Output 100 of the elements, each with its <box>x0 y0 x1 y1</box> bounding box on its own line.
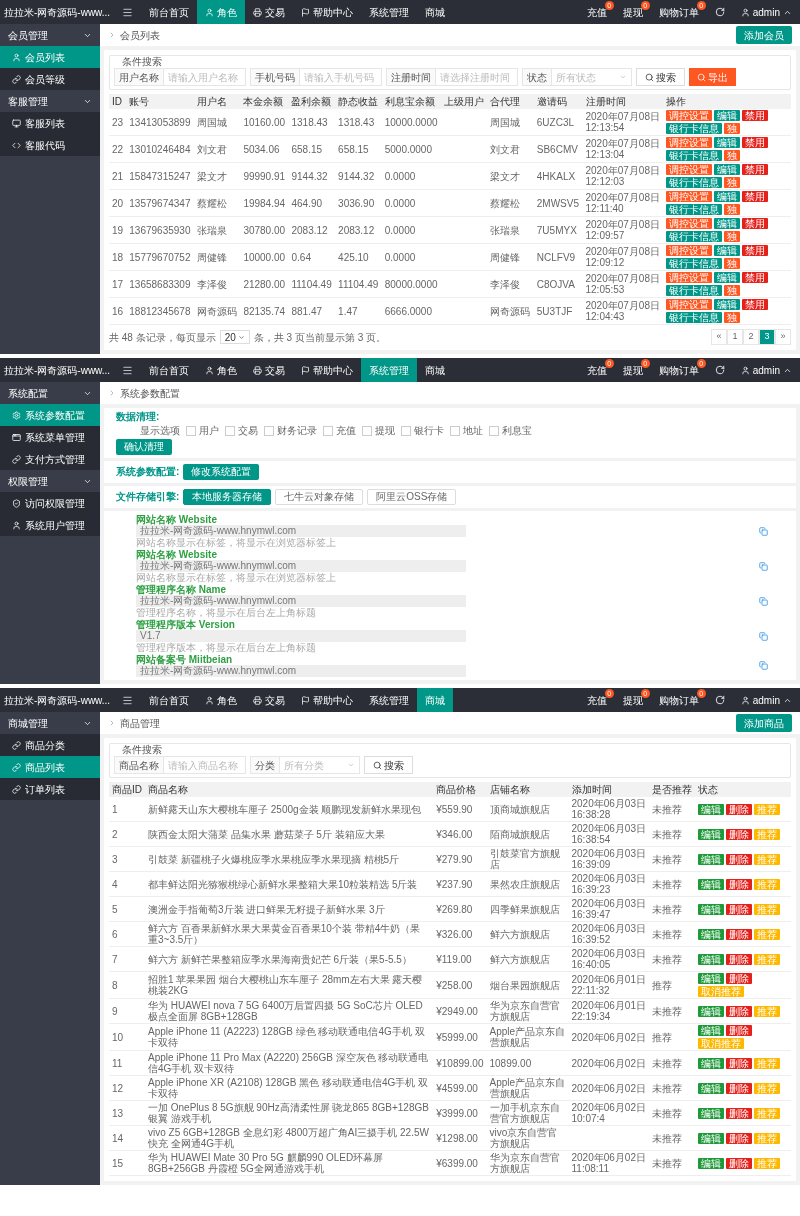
search-button[interactable]: 搜索 <box>636 68 685 86</box>
action-button[interactable]: 禁用 <box>742 191 768 202</box>
action-button[interactable]: 禁用 <box>742 137 768 148</box>
action-button[interactable]: 编辑 <box>698 803 724 815</box>
page-size-select[interactable]: 20 <box>219 330 250 344</box>
action-button[interactable]: 银行卡信息 <box>666 258 722 269</box>
input-field[interactable]: 请选择注册时间 <box>436 68 518 86</box>
copy-icon[interactable] <box>759 631 768 641</box>
action-button[interactable]: 银行卡信息 <box>666 123 722 134</box>
add-button[interactable]: 添加商品 <box>736 714 792 732</box>
action-button[interactable]: 删除 <box>726 828 752 840</box>
page-button[interactable]: 2 <box>743 329 759 345</box>
action-button[interactable]: 删除 <box>726 1005 752 1017</box>
sidebar-item[interactable]: 商品列表 <box>0 756 100 778</box>
nav-tab[interactable]: 角色 <box>197 0 246 24</box>
menu-icon[interactable] <box>122 6 134 18</box>
sidebar-item[interactable]: 系统用户管理 <box>0 514 100 536</box>
breadcrumb[interactable]: 系统参数配置 <box>120 385 180 401</box>
action-button[interactable]: 编辑 <box>714 272 740 283</box>
action-button[interactable]: 编辑 <box>698 1057 724 1069</box>
action-button[interactable]: 禁用 <box>742 272 768 283</box>
action-button[interactable]: 独 <box>724 204 740 215</box>
nav-tab[interactable]: 系统管理 <box>361 688 418 712</box>
action-button[interactable]: 编辑 <box>714 191 740 202</box>
action-button[interactable]: 独 <box>724 150 740 161</box>
action-button[interactable]: 调控设置 <box>666 218 712 229</box>
refresh-icon[interactable] <box>714 695 725 705</box>
checkbox[interactable] <box>401 426 411 436</box>
action-button[interactable]: 编辑 <box>714 245 740 256</box>
refresh-icon[interactable] <box>714 365 725 375</box>
action-button[interactable]: 编辑 <box>698 1082 724 1094</box>
storage-option[interactable]: 七牛云对象存储 <box>275 489 364 505</box>
setting-value-field[interactable]: 拉拉米-网奇源码-www.hnymwl.com <box>136 665 466 677</box>
action-button[interactable]: 删除 <box>726 1107 752 1119</box>
checkbox[interactable] <box>225 426 235 436</box>
action-button[interactable]: 编辑 <box>698 1025 724 1036</box>
breadcrumb[interactable]: 会员列表 <box>120 27 160 43</box>
confirm-button[interactable]: 确认清理 <box>116 439 172 455</box>
sidebar-item[interactable]: 客服列表 <box>0 112 100 134</box>
action-button[interactable]: 禁用 <box>742 299 768 310</box>
sidebar-item[interactable]: 会员列表 <box>0 46 100 68</box>
action-button[interactable]: 独 <box>724 231 740 242</box>
action-button[interactable]: 调控设置 <box>666 272 712 283</box>
sidebar-item[interactable]: 系统参数配置 <box>0 404 100 426</box>
action-button[interactable]: 删除 <box>726 928 752 940</box>
action-button[interactable]: 编辑 <box>698 973 724 984</box>
copy-icon[interactable] <box>759 661 768 670</box>
action-button[interactable]: 编辑 <box>698 1157 724 1169</box>
checkbox[interactable] <box>264 426 274 436</box>
action-button[interactable]: 调控设置 <box>666 299 712 310</box>
action-button[interactable]: 银行卡信息 <box>666 150 722 161</box>
action-button[interactable]: 独 <box>724 123 740 134</box>
nav-tab[interactable]: 角色 <box>197 688 246 712</box>
nav-tab[interactable]: 交易 <box>245 0 294 24</box>
setting-value-field[interactable]: 拉拉米-网奇源码-www.hnymwl.com <box>136 595 466 607</box>
nav-tab[interactable]: 前台首页 <box>141 688 198 712</box>
page-button[interactable]: 3 <box>759 329 775 345</box>
page-button[interactable]: « <box>711 329 727 345</box>
nav-tab[interactable]: 商城 <box>417 0 454 24</box>
action-button[interactable]: 删除 <box>726 878 752 890</box>
action-button[interactable]: 删除 <box>726 853 752 865</box>
input-field[interactable]: 请输入手机号码 <box>300 68 382 86</box>
action-button[interactable]: 调控设置 <box>666 110 712 121</box>
nav-tab[interactable]: 系统管理 <box>361 358 418 382</box>
search-button[interactable]: 搜索 <box>364 756 413 774</box>
action-button[interactable]: 银行卡信息 <box>666 177 722 188</box>
nav-tab[interactable]: 帮助中心 <box>293 688 362 712</box>
copy-icon[interactable] <box>759 561 768 571</box>
nav-tab[interactable]: 交易 <box>245 688 294 712</box>
page-button[interactable]: » <box>775 329 791 345</box>
action-button[interactable]: 删除 <box>726 1082 752 1094</box>
checkbox[interactable] <box>450 426 460 436</box>
nav-tab[interactable]: 帮助中心 <box>293 358 362 382</box>
nav-tab[interactable]: 角色 <box>197 358 246 382</box>
action-button[interactable]: 独 <box>724 258 740 269</box>
setting-value-field[interactable]: V1.7 <box>136 630 466 642</box>
action-button[interactable]: 编辑 <box>698 853 724 865</box>
action-button[interactable]: 编辑 <box>698 903 724 915</box>
export-button[interactable]: 导出 <box>689 68 736 86</box>
action-button[interactable]: 调控设置 <box>666 137 712 148</box>
action-button[interactable]: 禁用 <box>742 245 768 256</box>
action-button[interactable]: 编辑 <box>698 1107 724 1119</box>
action-button[interactable]: 禁用 <box>742 218 768 229</box>
action-button[interactable]: 编辑 <box>698 878 724 890</box>
nav-tab[interactable]: 前台首页 <box>141 358 198 382</box>
sidebar-item[interactable]: 商品分类 <box>0 734 100 756</box>
edit-config-button[interactable]: 修改系统配置 <box>183 464 260 480</box>
action-button[interactable]: 删除 <box>726 903 752 915</box>
action-button[interactable]: 编辑 <box>714 110 740 121</box>
action-button[interactable]: 编辑 <box>714 218 740 229</box>
action-button[interactable]: 银行卡信息 <box>666 285 722 296</box>
setting-value-field[interactable]: 拉拉米-网奇源码-www.hnymwl.com <box>136 525 466 537</box>
action-button[interactable]: 删除 <box>726 1025 752 1036</box>
user-menu[interactable]: admin <box>732 4 800 20</box>
storage-option[interactable]: 本地服务器存储 <box>183 489 272 505</box>
sidebar-item[interactable]: 订单列表 <box>0 778 100 800</box>
page-button[interactable]: 1 <box>727 329 743 345</box>
copy-icon[interactable] <box>759 596 768 606</box>
checkbox[interactable] <box>362 426 372 436</box>
refresh-icon[interactable] <box>714 7 725 17</box>
